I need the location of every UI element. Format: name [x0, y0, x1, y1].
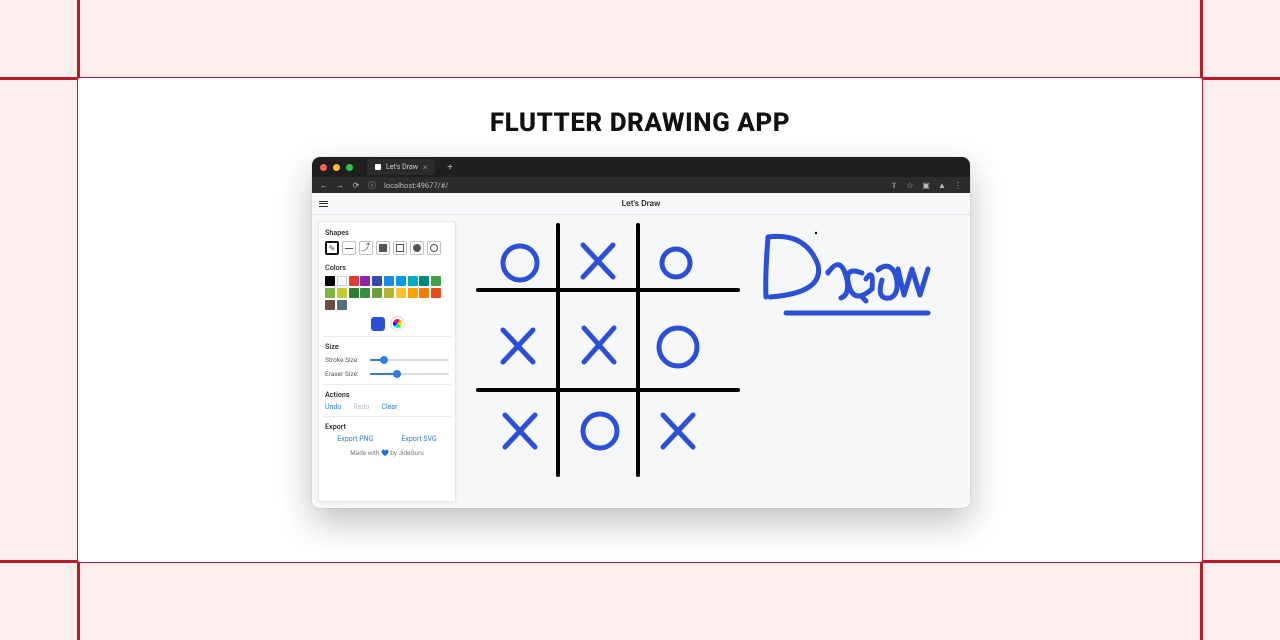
- circle-outline-icon: [430, 244, 438, 252]
- color-swatch[interactable]: [419, 288, 429, 298]
- tab-title: Let's Draw: [386, 163, 418, 171]
- browser-tab[interactable]: Let's Draw ×: [367, 159, 435, 175]
- color-swatch[interactable]: [384, 288, 394, 298]
- nav-reload-icon[interactable]: ⟳: [352, 181, 360, 190]
- color-swatch[interactable]: [431, 288, 441, 298]
- redo-button[interactable]: Redo: [353, 403, 369, 411]
- browser-tabbar: Let's Draw × +: [312, 157, 970, 177]
- shapes-label: Shapes: [325, 228, 449, 237]
- line-icon: [345, 248, 353, 249]
- browser-window: Let's Draw × + ← → ⟳ ⓘ localhost:49677/#…: [312, 157, 970, 508]
- hamburger-icon[interactable]: [312, 201, 334, 207]
- stroke-size-label: Stroke Size:: [325, 356, 365, 364]
- browser-address-bar: ← → ⟳ ⓘ localhost:49677/#/ ⇪ ☆ ▣ ▲ ⋮: [312, 177, 970, 193]
- clear-button[interactable]: Clear: [381, 403, 397, 411]
- favicon-icon: [375, 164, 381, 170]
- color-swatch[interactable]: [372, 288, 382, 298]
- eraser-size-slider[interactable]: [370, 369, 449, 379]
- app-title: Let's Draw: [334, 199, 948, 209]
- color-swatch[interactable]: [349, 276, 359, 286]
- square-outline-icon: [396, 244, 404, 252]
- app-root: Let's Draw Shapes ✎ ⤴ Colors: [312, 193, 970, 508]
- url-text[interactable]: localhost:49677/#/: [384, 181, 448, 190]
- export-label: Export: [325, 422, 449, 431]
- export-row: Export PNG Export SVG: [325, 435, 449, 443]
- eraser-size-label: Eraser Size:: [325, 370, 365, 378]
- size-label: Size: [325, 342, 449, 351]
- nav-back-icon[interactable]: ←: [320, 181, 328, 190]
- tab-close-icon[interactable]: ×: [423, 163, 427, 172]
- page-title: FLUTTER DRAWING APP: [0, 108, 1280, 138]
- shape-circle-filled-button[interactable]: [410, 241, 424, 255]
- divider: [323, 336, 451, 337]
- color-swatch[interactable]: [337, 276, 347, 286]
- color-swatch-grid: [325, 276, 449, 310]
- divider: [323, 384, 451, 385]
- app-body: Shapes ✎ ⤴ Colors Size: [312, 215, 970, 508]
- bookmark-icon[interactable]: ☆: [906, 181, 914, 190]
- window-close-icon[interactable]: [320, 164, 327, 171]
- color-swatch[interactable]: [360, 276, 370, 286]
- current-color-swatch: [371, 317, 385, 331]
- footer-author: JideGuru: [398, 449, 423, 457]
- shape-line-button[interactable]: [342, 241, 356, 255]
- shape-arrow-button[interactable]: ⤴: [359, 241, 373, 255]
- shape-rect-filled-button[interactable]: [376, 241, 390, 255]
- color-swatch[interactable]: [337, 300, 347, 310]
- square-filled-icon: [379, 244, 387, 252]
- shape-rect-outline-button[interactable]: [393, 241, 407, 255]
- footer-note: Made with 💙 by JideGuru: [325, 449, 449, 457]
- new-tab-button[interactable]: +: [447, 162, 453, 173]
- color-swatch[interactable]: [360, 288, 370, 298]
- drawing-canvas[interactable]: [456, 215, 970, 508]
- pencil-icon: ✎: [329, 244, 336, 253]
- export-svg-button[interactable]: Export SVG: [401, 435, 436, 443]
- stroke-size-row: Stroke Size:: [325, 355, 449, 365]
- shapes-row: ✎ ⤴: [325, 241, 449, 255]
- color-swatch[interactable]: [408, 276, 418, 286]
- colors-label: Colors: [325, 263, 449, 272]
- share-icon[interactable]: ⇪: [890, 181, 898, 190]
- color-swatch[interactable]: [325, 300, 335, 310]
- color-picker-icon[interactable]: [391, 317, 404, 330]
- current-color-row: [325, 317, 449, 331]
- color-swatch[interactable]: [325, 276, 335, 286]
- window-minimize-icon[interactable]: [333, 164, 340, 171]
- sidebar-panel: Shapes ✎ ⤴ Colors Size: [318, 221, 456, 502]
- circle-filled-icon: [413, 244, 421, 252]
- shape-circle-outline-button[interactable]: [427, 241, 441, 255]
- undo-button[interactable]: Undo: [325, 403, 341, 411]
- site-info-icon[interactable]: ⓘ: [368, 180, 376, 191]
- shape-pencil-button[interactable]: ✎: [325, 241, 339, 255]
- window-maximize-icon[interactable]: [346, 164, 353, 171]
- menu-icon[interactable]: ⋮: [954, 181, 962, 190]
- color-swatch[interactable]: [325, 288, 335, 298]
- canvas-strokes: [456, 215, 970, 508]
- color-swatch[interactable]: [419, 276, 429, 286]
- color-swatch[interactable]: [396, 276, 406, 286]
- color-swatch[interactable]: [408, 288, 418, 298]
- divider: [323, 416, 451, 417]
- color-swatch[interactable]: [349, 288, 359, 298]
- nav-forward-icon[interactable]: →: [336, 181, 344, 190]
- heart-icon: 💙: [381, 449, 389, 457]
- eraser-size-row: Eraser Size:: [325, 369, 449, 379]
- actions-row: Undo Redo Clear: [325, 403, 449, 411]
- app-header: Let's Draw: [312, 193, 970, 215]
- arrow-icon: ⤴: [361, 244, 370, 253]
- extensions-icon[interactable]: ▣: [922, 181, 930, 190]
- color-swatch[interactable]: [396, 288, 406, 298]
- export-png-button[interactable]: Export PNG: [337, 435, 373, 443]
- color-swatch[interactable]: [384, 276, 394, 286]
- color-swatch[interactable]: [431, 276, 441, 286]
- stroke-size-slider[interactable]: [370, 355, 449, 365]
- actions-label: Actions: [325, 390, 449, 399]
- color-swatch[interactable]: [337, 288, 347, 298]
- profile-icon[interactable]: ▲: [938, 181, 946, 190]
- color-swatch[interactable]: [372, 276, 382, 286]
